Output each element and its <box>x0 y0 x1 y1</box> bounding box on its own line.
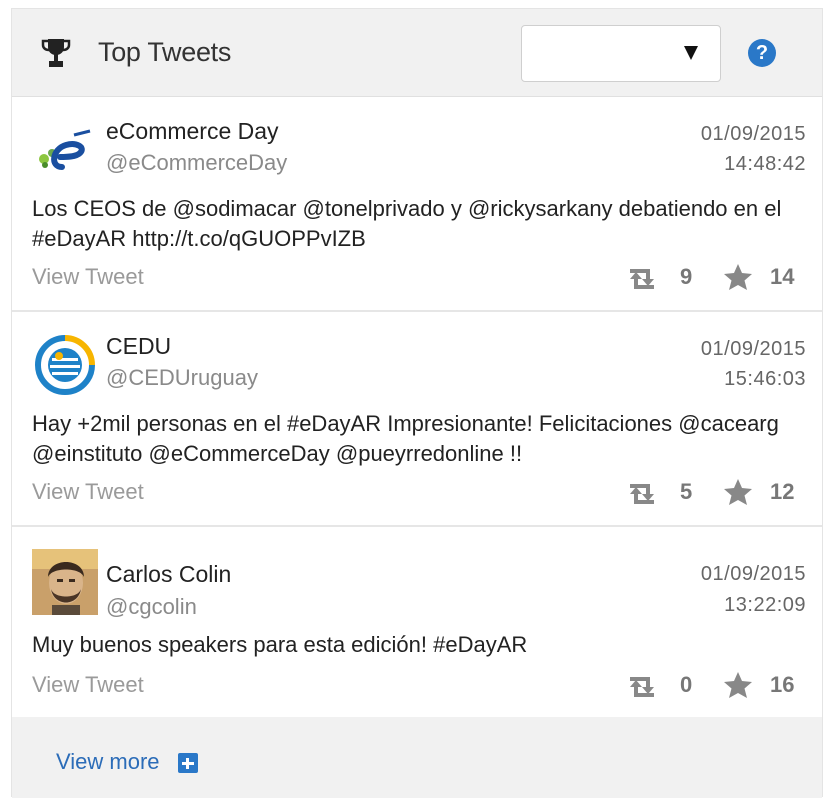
favorite-count: 16 <box>770 672 795 697</box>
tweet-author-handle: @eCommerceDay <box>106 150 288 175</box>
tweet-time: 13:22:09 <box>724 594 806 616</box>
tweet-text: Muy buenos speakers para esta edición! #… <box>32 632 528 657</box>
favorite-count: 12 <box>770 479 795 504</box>
star-icon[interactable] <box>722 263 754 291</box>
favorite-count: 14 <box>770 264 795 289</box>
chevron-down-icon <box>684 46 698 60</box>
tweet-item: eCommerce Day @eCommerceDay 01/09/2015 1… <box>12 97 822 312</box>
tweet-author-name: eCommerce Day <box>106 118 279 144</box>
filter-select[interactable] <box>521 25 721 82</box>
tweet-author-name: CEDU <box>106 333 172 359</box>
retweet-icon[interactable] <box>626 673 658 701</box>
carlos-colin-avatar <box>32 549 98 615</box>
tweet-date: 01/09/2015 <box>700 338 806 360</box>
help-icon[interactable]: ? <box>748 39 776 67</box>
tweet-date: 01/09/2015 <box>700 563 806 585</box>
retweet-icon[interactable] <box>626 480 658 508</box>
view-tweet-link[interactable]: View Tweet <box>32 671 144 699</box>
trophy-icon <box>41 39 71 67</box>
retweet-count: 9 <box>680 264 693 289</box>
view-more-link[interactable]: View more <box>56 748 160 776</box>
view-tweet-link[interactable]: View Tweet <box>32 478 144 506</box>
tweet-item: Carlos Colin @cgcolin 01/09/2015 13:22:0… <box>12 527 822 717</box>
ecommerce-day-avatar <box>39 129 91 170</box>
tweet-date: 01/09/2015 <box>700 123 806 145</box>
tweet-author-name: Carlos Colin <box>106 561 232 587</box>
top-tweets-widget: Top Tweets ? eCommerce Day @eCommerceDay… <box>11 8 823 798</box>
tweet-author-handle: @CEDUruguay <box>106 365 258 390</box>
tweet-time: 15:46:03 <box>724 368 806 390</box>
tweet-author-handle: @cgcolin <box>106 594 197 619</box>
cedu-avatar <box>35 335 95 395</box>
retweet-icon[interactable] <box>626 265 658 293</box>
tweet-text: Hay +2mil personas en el #eDayAR Impresi… <box>32 411 779 466</box>
widget-title: Top Tweets <box>98 37 232 67</box>
tweet-time: 14:48:42 <box>724 153 806 175</box>
star-icon[interactable] <box>722 671 754 699</box>
widget-footer: View more <box>12 717 822 798</box>
retweet-count: 5 <box>680 479 693 504</box>
tweet-text: Los CEOS de @sodimacar @tonelprivado y @… <box>32 196 782 251</box>
star-icon[interactable] <box>722 478 754 506</box>
plus-icon[interactable] <box>178 753 198 773</box>
widget-header: Top Tweets ? <box>12 9 822 97</box>
retweet-count: 0 <box>680 672 693 697</box>
tweet-item: CEDU @CEDUruguay 01/09/2015 15:46:03 Hay… <box>12 312 822 527</box>
view-tweet-link[interactable]: View Tweet <box>32 263 144 291</box>
